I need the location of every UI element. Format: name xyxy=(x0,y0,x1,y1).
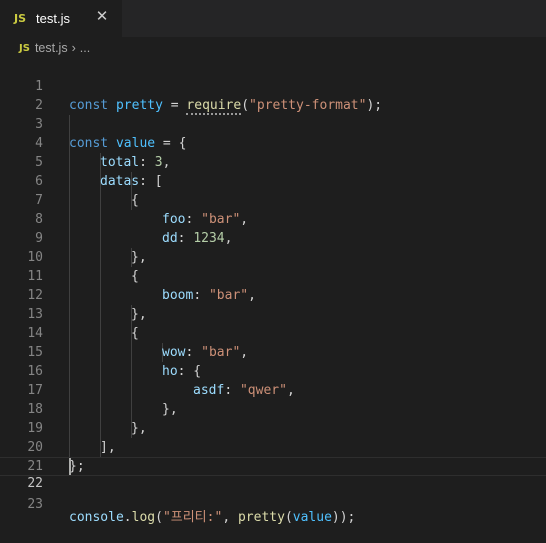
code-line: 6 { xyxy=(0,153,546,208)
punctuation-token: , xyxy=(222,510,238,525)
code-line: 5 datas: [ xyxy=(0,134,546,189)
javascript-file-icon: JS xyxy=(14,12,27,25)
tab-test-js[interactable]: JS test.js ✕ xyxy=(0,0,122,37)
breadcrumb-symbol[interactable]: ... xyxy=(80,41,90,55)
code-text: console.log("프리티:", pretty(value)); xyxy=(69,509,355,526)
code-line: 16 asdf: "qwer", xyxy=(0,343,546,398)
breadcrumb: JS test.js › ... xyxy=(0,37,546,59)
punctuation-token: ( xyxy=(155,510,163,525)
code-line: 20 }; xyxy=(0,419,546,474)
code-line: 4 total: 3, xyxy=(0,115,546,170)
code-line: 19 ], xyxy=(0,400,546,455)
identifier-token: value xyxy=(292,510,332,525)
punctuation-token: )); xyxy=(331,510,356,525)
code-line: 12 }, xyxy=(0,267,546,322)
close-icon[interactable]: ✕ xyxy=(94,9,110,25)
string-token: "프리티:" xyxy=(162,510,223,525)
text-cursor xyxy=(69,458,71,475)
code-line: 9 }, xyxy=(0,210,546,265)
code-line: 13 { xyxy=(0,286,546,341)
tab-label: test.js xyxy=(36,11,70,26)
code-line: 8 dd: 1234, xyxy=(0,191,546,246)
code-line: 15 ho: { xyxy=(0,324,546,379)
code-line: 11 boom: "bar", xyxy=(0,248,546,303)
code-line: 10 { xyxy=(0,229,546,284)
punctuation-token: ( xyxy=(284,510,293,525)
code-line: 21 xyxy=(0,438,546,474)
function-token: pretty xyxy=(237,510,285,525)
code-line: 23 xyxy=(0,476,546,512)
chevron-right-icon: › xyxy=(71,41,76,55)
punctuation-token: . xyxy=(123,510,132,525)
code-line: 14 wow: "bar", xyxy=(0,305,546,360)
code-line: 7 foo: "bar", xyxy=(0,172,546,227)
breadcrumb-file[interactable]: test.js xyxy=(35,41,68,55)
current-code-line: 22 console.log("프리티:", pretty(value)); xyxy=(0,457,546,525)
line-number: 23 xyxy=(27,497,43,512)
function-token: log xyxy=(131,510,156,525)
code-line: 1 const pretty = require("pretty-format"… xyxy=(0,58,546,115)
tab-bar: JS test.js ✕ xyxy=(0,0,546,37)
code-line: 18 }, xyxy=(0,381,546,436)
javascript-file-icon: JS xyxy=(19,42,30,54)
code-editor[interactable]: 1 const pretty = require("pretty-format"… xyxy=(0,58,546,525)
code-line: 17 }, xyxy=(0,362,546,417)
code-line: 3 const value = { xyxy=(0,96,546,151)
identifier-token: console xyxy=(69,510,124,525)
code-line: 2 xyxy=(0,77,546,113)
